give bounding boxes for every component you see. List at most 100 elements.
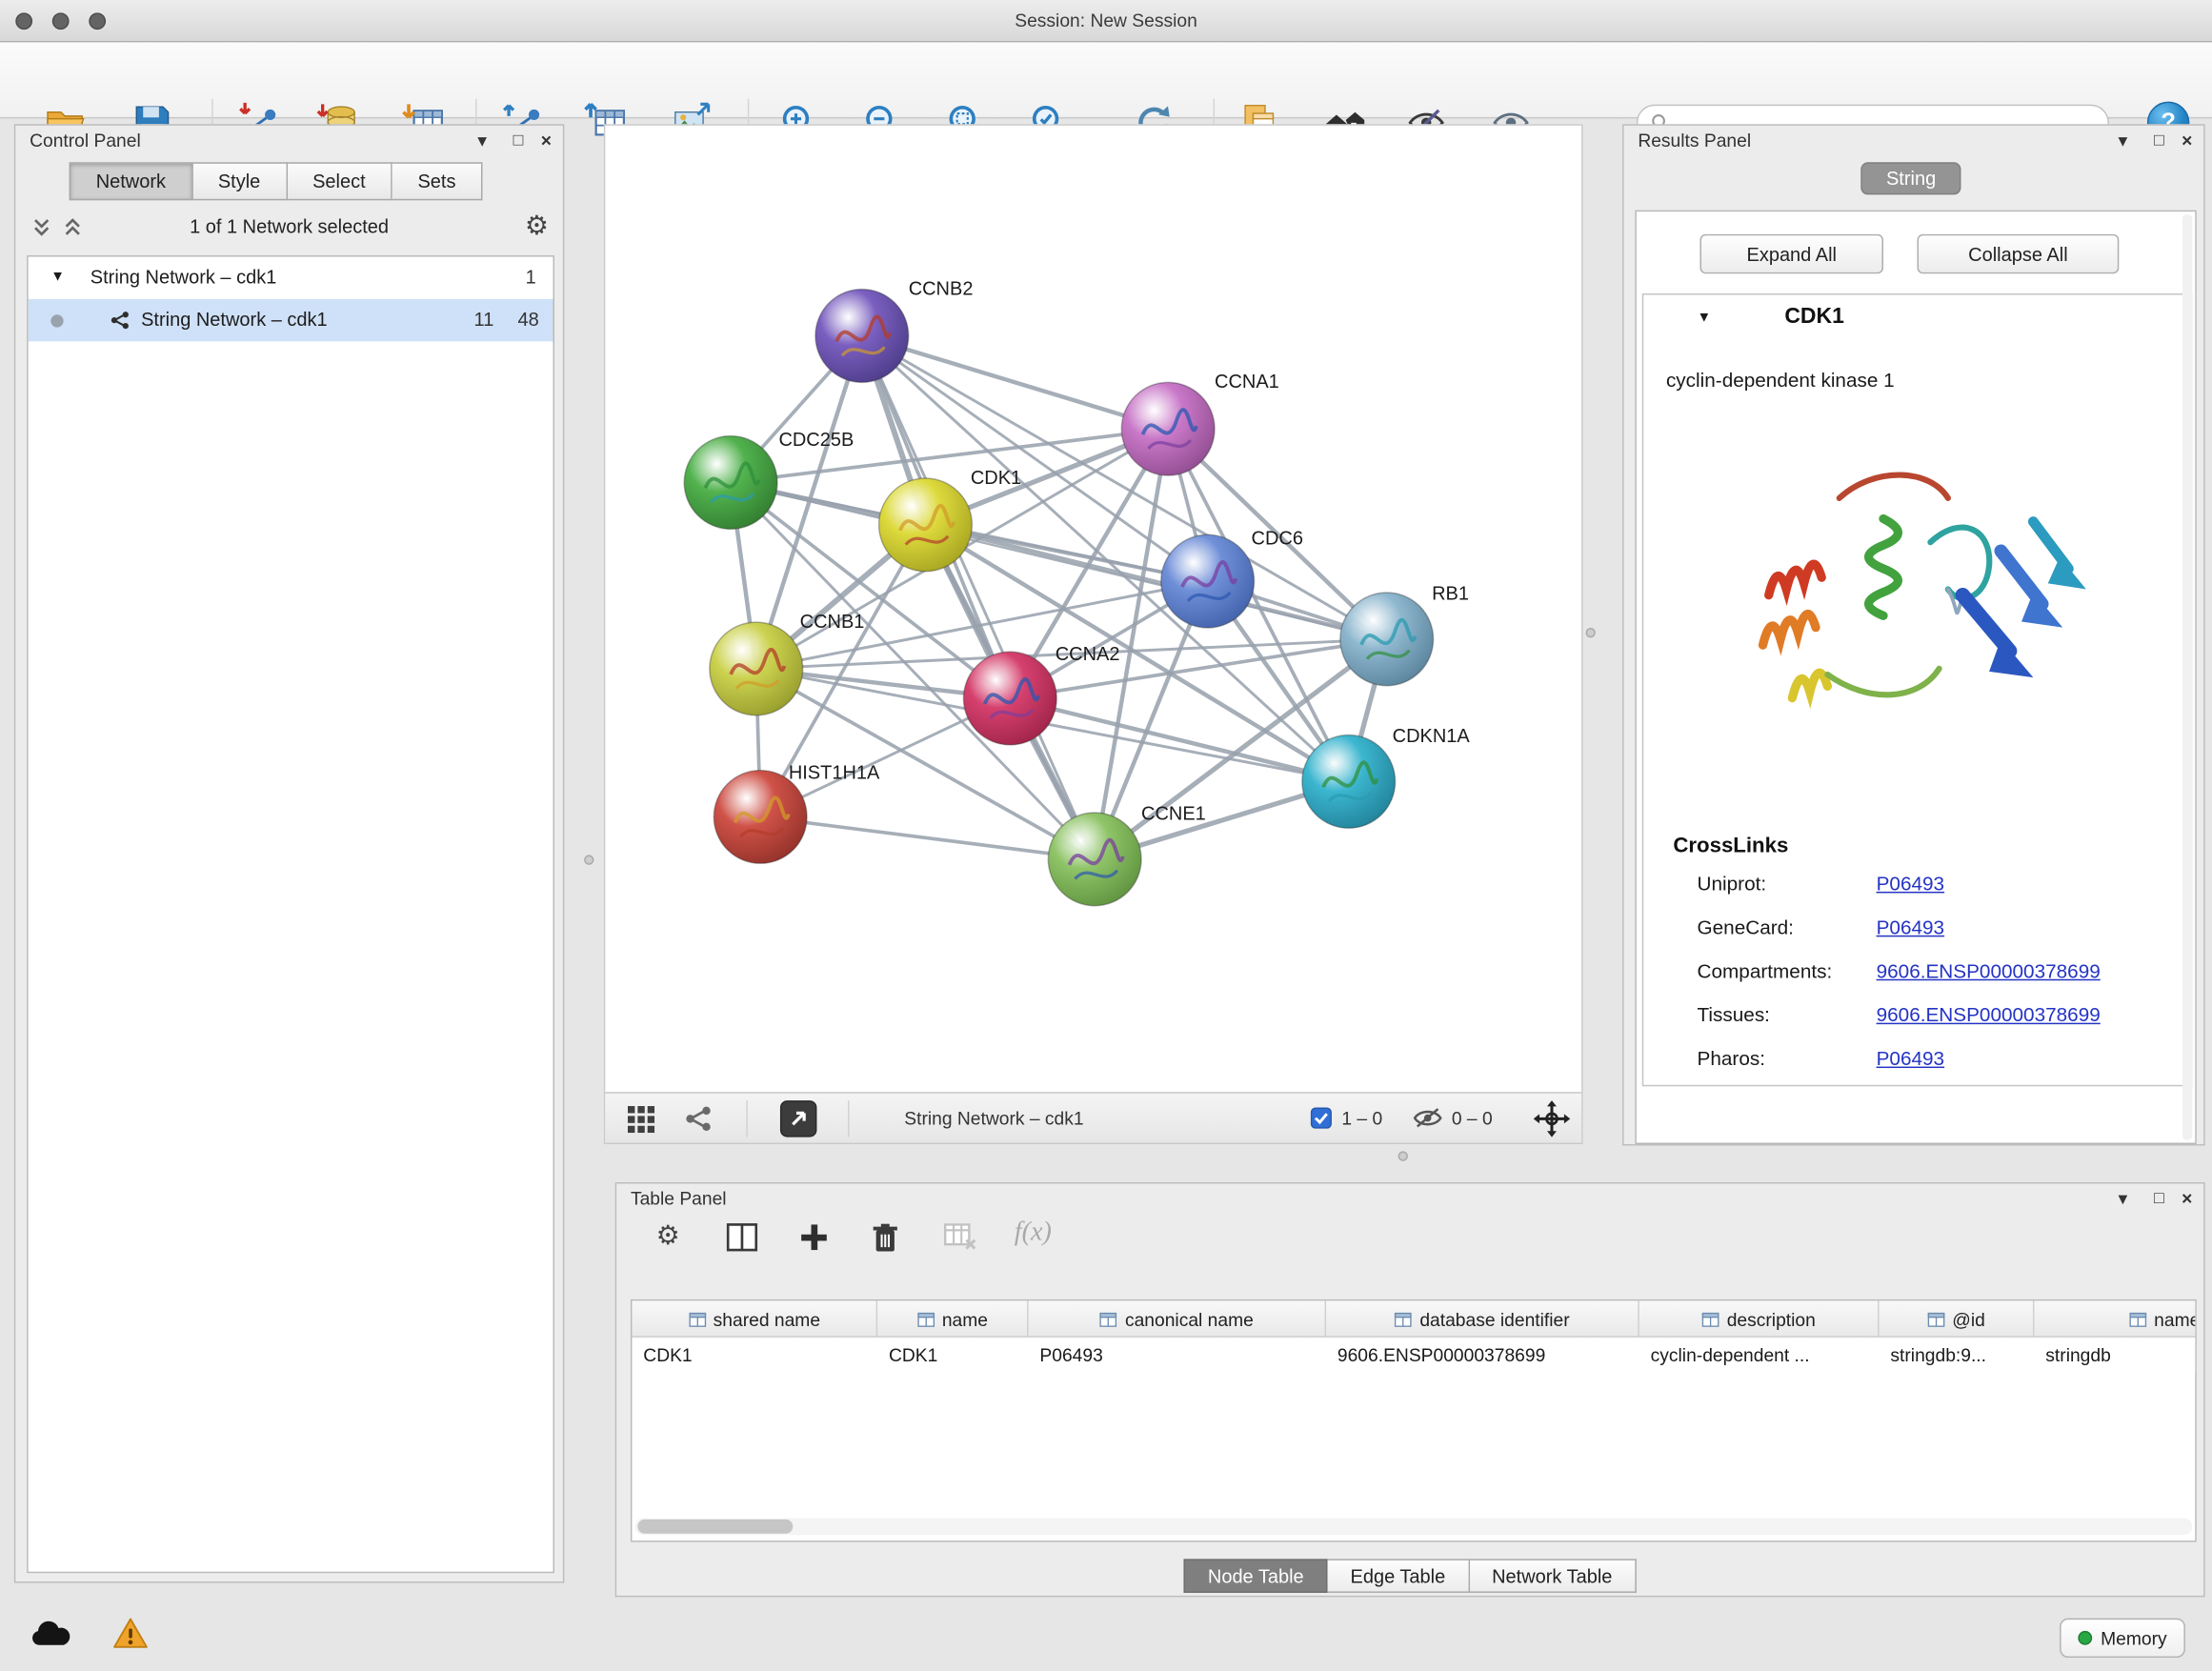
- network-node-CCNA1[interactable]: [1121, 382, 1215, 475]
- crosslink-row: Pharos: P06493: [1643, 1047, 2191, 1081]
- hidden-nodes-edges-count: 0 – 0: [1452, 1108, 1493, 1129]
- network-selection-status: 1 of 1 Network selected: [15, 216, 563, 237]
- table-panel: Table Panel ▾ □ × ⚙ f(x) shared name nam…: [615, 1182, 2205, 1597]
- network-node-CCNB2[interactable]: [815, 290, 909, 383]
- compartments-link[interactable]: 9606.ENSP00000378699: [1877, 959, 2101, 982]
- panel-close-icon[interactable]: ×: [2182, 1186, 2192, 1210]
- panel-float-icon[interactable]: □: [2154, 1186, 2164, 1210]
- network-node-CDC6[interactable]: [1161, 534, 1255, 628]
- network-node-CDKN1A[interactable]: [1302, 735, 1396, 829]
- delete-column-icon[interactable]: [872, 1223, 898, 1253]
- open-view-in-new-window-button[interactable]: [780, 1100, 817, 1137]
- table-horizontal-scrollbar[interactable]: [634, 1518, 2192, 1535]
- network-edge-HIST1H1A-CCNE1[interactable]: [760, 816, 1095, 858]
- uniprot-link[interactable]: P06493: [1877, 872, 1944, 895]
- network-graph-svg[interactable]: CCNB2CCNA1CDC25BCDK1CDC6RB1CCNB1CCNA2CDK…: [605, 126, 1584, 1095]
- column-header-id[interactable]: @id: [1880, 1300, 2035, 1338]
- crosslink-row: Uniprot: P06493: [1643, 872, 2191, 906]
- node-label-CCNA1: CCNA1: [1215, 372, 1279, 393]
- column-label: description: [1727, 1309, 1816, 1330]
- network-node-HIST1H1A[interactable]: [714, 771, 807, 864]
- node-label-CDK1: CDK1: [971, 468, 1021, 489]
- network-node-CCNE1[interactable]: [1048, 813, 1141, 906]
- tab-network[interactable]: Network: [70, 162, 193, 200]
- add-column-icon[interactable]: [800, 1223, 829, 1252]
- column-header-shared-name[interactable]: shared name: [632, 1300, 877, 1338]
- column-header-description[interactable]: description: [1639, 1300, 1880, 1338]
- panel-float-icon[interactable]: □: [513, 129, 524, 152]
- network-options-gear-icon[interactable]: ⚙: [525, 211, 549, 243]
- network-collection-row[interactable]: ▼ String Network – cdk1 1: [29, 257, 553, 299]
- results-scrollbar[interactable]: [2182, 214, 2192, 1139]
- tab-select[interactable]: Select: [287, 162, 392, 200]
- tree-expander-icon[interactable]: ▼: [50, 270, 65, 285]
- gene-expander-icon[interactable]: ▼: [1698, 311, 1712, 326]
- table-row[interactable]: CDK1 CDK1 P06493 9606.ENSP00000378699 cy…: [632, 1338, 2196, 1375]
- collapse-all-button[interactable]: Collapse All: [1918, 234, 2120, 273]
- pharos-link[interactable]: P06493: [1877, 1047, 1944, 1070]
- cloud-status-icon[interactable]: [29, 1617, 70, 1651]
- grid-view-icon[interactable]: [628, 1106, 654, 1133]
- gene-card: ▼ CDK1 cyclin-dependent kinase 1: [1642, 293, 2193, 1086]
- hidden-elements-eye-slash-icon[interactable]: [1412, 1106, 1443, 1130]
- compartments-label: Compartments:: [1698, 959, 1833, 982]
- expand-all-button[interactable]: Expand All: [1699, 234, 1883, 273]
- network-node-RB1[interactable]: [1340, 593, 1434, 686]
- toolbar-separator: [746, 1100, 747, 1137]
- splitter-handle[interactable]: [1398, 1151, 1408, 1160]
- results-tab-string[interactable]: String: [1860, 162, 1961, 194]
- delete-table-icon: [944, 1223, 978, 1252]
- tab-edge-table[interactable]: Edge Table: [1328, 1559, 1470, 1593]
- tab-sets[interactable]: Sets: [392, 162, 483, 200]
- network-node-CCNB1[interactable]: [710, 622, 803, 715]
- panel-menu-caret-icon[interactable]: ▾: [2119, 129, 2128, 152]
- pharos-label: Pharos:: [1698, 1047, 1765, 1070]
- network-edge-CCNB2-CCNA1[interactable]: [862, 335, 1168, 429]
- tissues-link[interactable]: 9606.ENSP00000378699: [1877, 1003, 2101, 1026]
- panel-close-icon[interactable]: ×: [2182, 129, 2192, 152]
- memory-button-label: Memory: [2101, 1627, 2167, 1648]
- panel-menu-caret-icon[interactable]: ▾: [2119, 1186, 2128, 1210]
- column-header-name[interactable]: name: [877, 1300, 1028, 1338]
- panel-float-icon[interactable]: □: [2154, 129, 2164, 152]
- node-label-RB1: RB1: [1432, 583, 1469, 604]
- network-node-CCNA2[interactable]: [963, 652, 1056, 745]
- genecard-link[interactable]: P06493: [1877, 916, 1944, 938]
- network-node-CDC25B[interactable]: [684, 436, 777, 530]
- splitter-handle[interactable]: [584, 855, 593, 864]
- scrollbar-thumb[interactable]: [637, 1520, 793, 1534]
- crosslink-row: GeneCard: P06493: [1643, 916, 2191, 950]
- memory-button[interactable]: Memory: [2060, 1619, 2185, 1658]
- selected-elements-checkbox-icon[interactable]: [1311, 1108, 1332, 1129]
- network-edge-CCNB2-CCNE1[interactable]: [862, 335, 1095, 858]
- column-header-database-identifier[interactable]: database identifier: [1326, 1300, 1639, 1338]
- panel-menu-caret-icon[interactable]: ▾: [477, 129, 487, 152]
- selected-nodes-edges-count: 1 – 0: [1341, 1108, 1382, 1129]
- cell-id: stringdb:9...: [1880, 1338, 2035, 1375]
- tab-node-table[interactable]: Node Table: [1184, 1559, 1328, 1593]
- network-row-selected[interactable]: String Network – cdk1 11 48: [29, 299, 553, 341]
- table-panel-header: Table Panel ▾ □ ×: [616, 1183, 2203, 1215]
- gene-description: cyclin-dependent kinase 1: [1666, 369, 1895, 392]
- tab-select-label: Select: [312, 171, 366, 191]
- node-label-CCNB2: CCNB2: [909, 279, 974, 300]
- column-label: shared name: [714, 1309, 820, 1330]
- tab-style[interactable]: Style: [192, 162, 287, 200]
- panel-close-icon[interactable]: ×: [541, 129, 552, 152]
- show-columns-icon[interactable]: [727, 1223, 758, 1252]
- table-options-gear-icon[interactable]: ⚙: [656, 1220, 680, 1253]
- pan-crosshair-icon[interactable]: [1534, 1100, 1571, 1137]
- column-label: database identifier: [1419, 1309, 1569, 1330]
- network-node-CDK1[interactable]: [879, 478, 973, 572]
- share-network-icon[interactable]: [684, 1105, 713, 1134]
- control-panel-title: Control Panel: [30, 130, 141, 151]
- warning-icon[interactable]: [112, 1617, 148, 1649]
- column-header-namespace[interactable]: namespace: [2034, 1300, 2196, 1338]
- cell-shared-name: CDK1: [632, 1338, 877, 1375]
- gene-card-header[interactable]: ▼ CDK1: [1643, 295, 2191, 343]
- tab-network-table[interactable]: Network Table: [1469, 1559, 1636, 1593]
- tab-network-table-label: Network Table: [1492, 1565, 1612, 1586]
- column-header-canonical-name[interactable]: canonical name: [1029, 1300, 1326, 1338]
- node-label-CDKN1A: CDKN1A: [1393, 726, 1471, 747]
- splitter-handle[interactable]: [1586, 628, 1596, 637]
